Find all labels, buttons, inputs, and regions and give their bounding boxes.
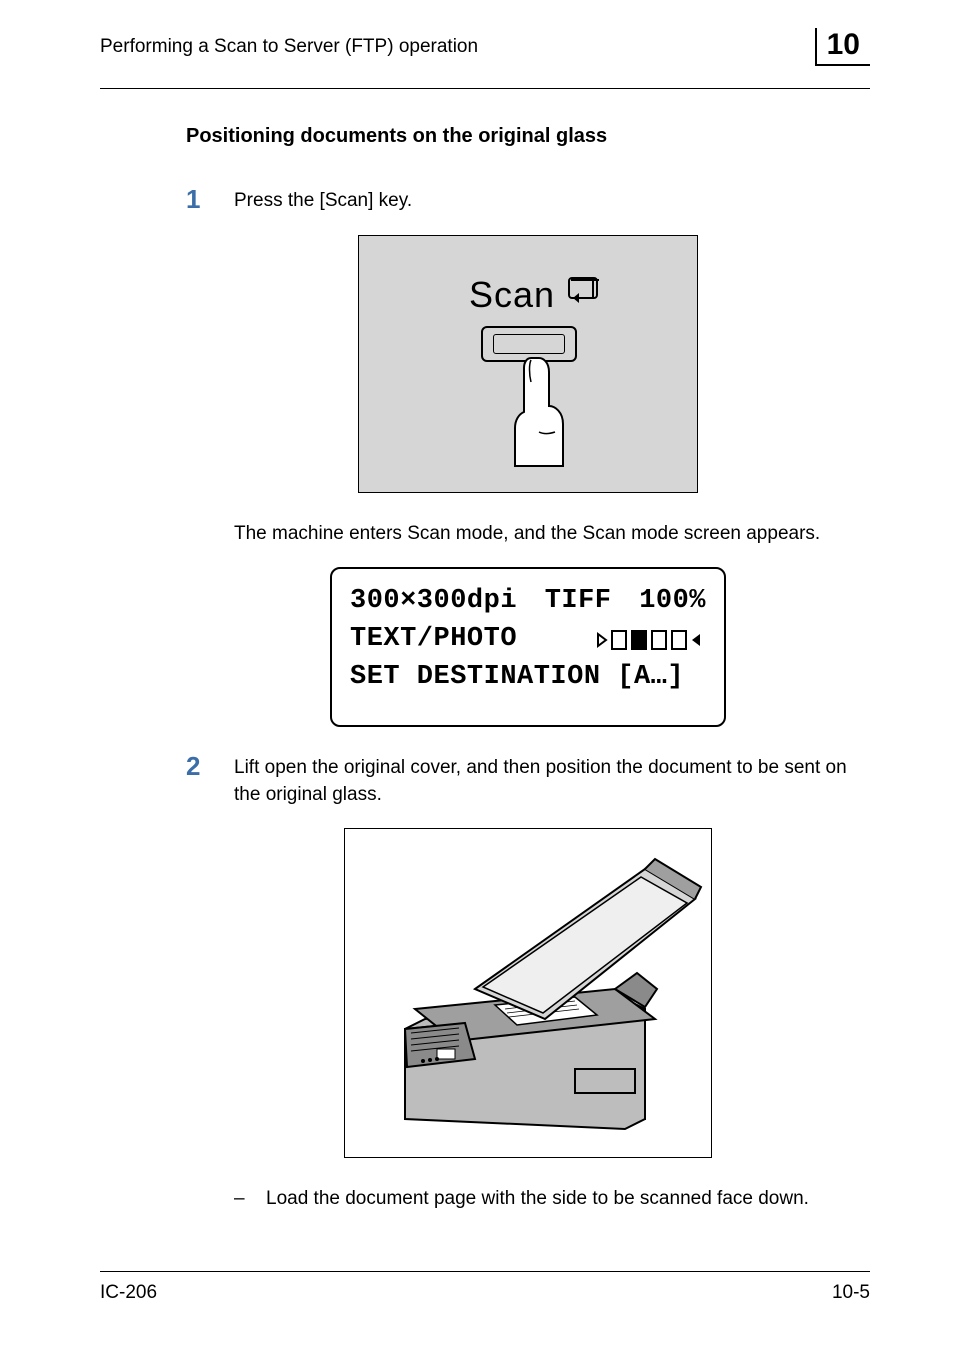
copier-illustration-icon xyxy=(345,829,713,1159)
lcd-line-3: SET DESTINATION [A…] xyxy=(350,659,706,697)
step-2-text: Lift open the original cover, and then p… xyxy=(234,755,870,808)
step-2: 2 Lift open the original cover, and then… xyxy=(186,755,870,808)
step-2-bullet: – Load the document page with the side t… xyxy=(186,1186,870,1213)
scan-key-label: Scan xyxy=(469,274,555,316)
figure-scan-key-wrap: Scan xyxy=(186,235,870,493)
lcd-quality: TEXT/PHOTO xyxy=(350,621,517,659)
content-area: Positioning documents on the original gl… xyxy=(100,89,870,1213)
section-heading: Positioning documents on the original gl… xyxy=(186,125,870,148)
lcd-line-1: 300×300dpi TIFF 100% xyxy=(350,583,706,621)
figure-copier xyxy=(344,828,712,1158)
step-2-number: 2 xyxy=(186,753,234,779)
lcd-format: TIFF xyxy=(545,583,612,621)
bullet-dash: – xyxy=(234,1186,266,1213)
step-2-bullet-text: Load the document page with the side to … xyxy=(266,1186,809,1213)
scan-arrow-icon xyxy=(567,276,601,306)
figure-lcd-wrap: 300×300dpi TIFF 100% TEXT/PHOTO xyxy=(186,567,870,727)
density-indicator-icon xyxy=(596,621,706,659)
step-1-text: Press the [Scan] key. xyxy=(234,188,870,215)
page-header: Performing a Scan to Server (FTP) operat… xyxy=(100,36,870,68)
running-head: Performing a Scan to Server (FTP) operat… xyxy=(100,36,478,58)
figure-copier-wrap xyxy=(186,828,870,1158)
step-1-result-text: The machine enters Scan mode, and the Sc… xyxy=(186,521,870,548)
figure-scan-key: Scan xyxy=(358,235,698,493)
chapter-number-box: 10 xyxy=(815,28,870,66)
step-1: 1 Press the [Scan] key. xyxy=(186,188,870,215)
page: Performing a Scan to Server (FTP) operat… xyxy=(0,0,954,1352)
footer-page-number: 10-5 xyxy=(832,1282,870,1304)
page-footer: IC-206 10-5 xyxy=(100,1271,870,1304)
footer-model: IC-206 xyxy=(100,1282,157,1304)
footer-rule xyxy=(100,1271,870,1272)
lcd-line-2: TEXT/PHOTO xyxy=(350,621,706,659)
lcd-zoom: 100% xyxy=(639,583,706,621)
step-1-number: 1 xyxy=(186,186,234,212)
lcd-destination: SET DESTINATION [A…] xyxy=(350,659,684,697)
finger-icon xyxy=(509,352,569,472)
chapter-number: 10 xyxy=(827,28,860,61)
figure-lcd: 300×300dpi TIFF 100% TEXT/PHOTO xyxy=(330,567,726,727)
lcd-resolution: 300×300dpi xyxy=(350,583,517,621)
